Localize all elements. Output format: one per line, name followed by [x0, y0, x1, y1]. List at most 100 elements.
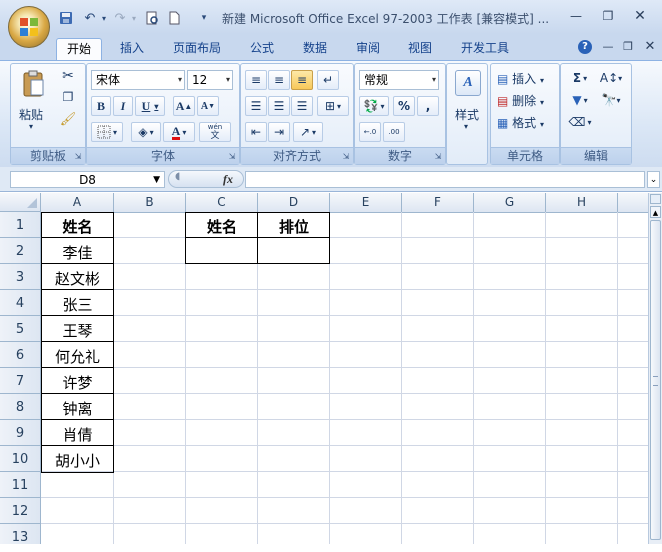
- italic-button[interactable]: I: [113, 96, 133, 116]
- row-header-12[interactable]: 12: [0, 498, 41, 524]
- format-cells-button[interactable]: ▦ 格式 ▾: [497, 114, 544, 131]
- tab-home[interactable]: 开始: [56, 38, 102, 61]
- row-header-11[interactable]: 11: [0, 472, 41, 498]
- paste-button[interactable]: 粘贴 ▾: [17, 68, 51, 132]
- save-icon[interactable]: [58, 10, 74, 26]
- align-bottom-icon[interactable]: ≡: [291, 70, 313, 90]
- scroll-thumb[interactable]: [650, 220, 661, 540]
- delete-cells-button[interactable]: ▤ 删除 ▾: [497, 92, 544, 109]
- insert-function-icon[interactable]: fx: [223, 172, 233, 187]
- find-select-icon[interactable]: 🔭 ▾: [597, 90, 625, 110]
- number-format-combo[interactable]: 常规 ▾: [359, 70, 439, 90]
- row-header-2[interactable]: 2: [0, 238, 41, 264]
- increase-indent-icon[interactable]: ⇥: [268, 122, 290, 142]
- cell-a1[interactable]: 姓名: [41, 214, 114, 240]
- decrease-decimal-icon[interactable]: .00: [383, 122, 405, 142]
- comma-style-button[interactable]: ,: [417, 96, 439, 116]
- sort-filter-icon[interactable]: A↕ ▾: [597, 68, 625, 88]
- align-middle-icon[interactable]: ≡: [268, 70, 290, 90]
- help-icon[interactable]: ?: [578, 40, 592, 54]
- workbook-close-icon[interactable]: ✕: [642, 40, 658, 54]
- column-header-i[interactable]: [618, 193, 648, 212]
- cell-a9[interactable]: 肖倩: [41, 422, 114, 448]
- row-header-10[interactable]: 10: [0, 446, 41, 472]
- percent-style-button[interactable]: %: [393, 96, 415, 116]
- font-size-combo[interactable]: 12 ▾: [187, 70, 233, 90]
- orientation-icon[interactable]: ↗ ▾: [293, 122, 323, 142]
- cell-a10[interactable]: 胡小小: [41, 448, 114, 474]
- cell-d1[interactable]: 排位: [258, 214, 330, 240]
- tab-page-layout[interactable]: 页面布局: [166, 38, 228, 60]
- column-header-g[interactable]: G: [474, 193, 546, 212]
- name-box[interactable]: D8 ▼: [10, 171, 165, 188]
- customize-qat-icon[interactable]: ▾: [196, 10, 212, 26]
- restore-icon[interactable]: ❐: [600, 9, 616, 23]
- wrap-text-icon[interactable]: ↵: [317, 70, 339, 90]
- vertical-scrollbar[interactable]: ▲: [648, 193, 662, 544]
- cell-a3[interactable]: 赵文彬: [41, 266, 114, 292]
- row-header-7[interactable]: 7: [0, 368, 41, 394]
- tab-developer[interactable]: 开发工具: [454, 38, 516, 60]
- cell-a6[interactable]: 何允礼: [41, 344, 114, 370]
- row-header-9[interactable]: 9: [0, 420, 41, 446]
- font-color-button[interactable]: A ▾: [163, 122, 195, 142]
- accounting-format-icon[interactable]: 💱 ▾: [359, 96, 389, 116]
- cell-a7[interactable]: 许梦: [41, 370, 114, 396]
- font-size-dropdown-icon[interactable]: ▾: [226, 71, 230, 89]
- decrease-indent-icon[interactable]: ⇤: [245, 122, 267, 142]
- merge-center-icon[interactable]: ⊞ ▾: [317, 96, 349, 116]
- formula-expand-icon[interactable]: ⌄: [647, 171, 660, 188]
- workbook-restore-icon[interactable]: ❐: [620, 40, 636, 54]
- font-name-combo[interactable]: 宋体 ▾: [91, 70, 185, 90]
- formula-input[interactable]: [245, 171, 645, 188]
- tab-data[interactable]: 数据: [295, 38, 335, 60]
- font-name-dropdown-icon[interactable]: ▾: [178, 71, 182, 89]
- phonetic-button[interactable]: wén 文: [199, 122, 231, 142]
- select-all-button[interactable]: [0, 193, 41, 212]
- format-painter-icon[interactable]: 🖌: [59, 112, 77, 130]
- underline-button[interactable]: U ▾: [135, 96, 165, 116]
- row-header-8[interactable]: 8: [0, 394, 41, 420]
- name-box-dropdown-icon[interactable]: ▼: [153, 172, 160, 189]
- column-header-d[interactable]: D: [258, 193, 330, 212]
- column-header-h[interactable]: H: [546, 193, 618, 212]
- print-preview-icon[interactable]: [144, 10, 160, 26]
- clipboard-launcher-icon[interactable]: ⇲: [73, 152, 83, 162]
- row-header-6[interactable]: 6: [0, 342, 41, 368]
- fill-icon[interactable]: ▼ ▾: [567, 90, 593, 110]
- bold-button[interactable]: B: [91, 96, 111, 116]
- split-box[interactable]: [650, 194, 661, 204]
- number-format-dropdown-icon[interactable]: ▾: [432, 71, 436, 89]
- increase-font-icon[interactable]: A ▲: [173, 96, 195, 116]
- column-header-c[interactable]: C: [186, 193, 258, 212]
- cut-icon[interactable]: ✂: [59, 68, 77, 86]
- alignment-launcher-icon[interactable]: ⇲: [341, 152, 351, 162]
- column-header-e[interactable]: E: [330, 193, 402, 212]
- styles-button[interactable]: A 样式 ▾: [451, 68, 483, 138]
- row-header-3[interactable]: 3: [0, 264, 41, 290]
- insert-cells-button[interactable]: ▤ 插入 ▾: [497, 70, 544, 87]
- increase-decimal-icon[interactable]: ←.0: [359, 122, 381, 142]
- row-header-1[interactable]: 1: [0, 212, 41, 238]
- number-launcher-icon[interactable]: ⇲: [433, 152, 443, 162]
- autosum-icon[interactable]: Σ ▾: [567, 68, 593, 88]
- minimize-icon[interactable]: —: [568, 9, 584, 23]
- row-header-4[interactable]: 4: [0, 290, 41, 316]
- tab-view[interactable]: 视图: [400, 38, 440, 60]
- scroll-up-icon[interactable]: ▲: [650, 206, 661, 218]
- office-button[interactable]: [8, 6, 50, 48]
- row-header-13[interactable]: 13: [0, 524, 41, 545]
- close-icon[interactable]: ✕: [632, 9, 648, 23]
- tab-insert[interactable]: 插入: [112, 38, 152, 60]
- copy-icon[interactable]: ❐: [59, 90, 77, 108]
- align-right-icon[interactable]: ☰: [291, 96, 313, 116]
- formula-expand-handle-icon[interactable]: ◖: [175, 171, 180, 182]
- column-header-b[interactable]: B: [114, 193, 186, 212]
- tab-review[interactable]: 审阅: [348, 38, 388, 60]
- new-document-icon[interactable]: [166, 10, 182, 26]
- cell-a8[interactable]: 钟离: [41, 396, 114, 422]
- column-header-a[interactable]: A: [41, 193, 114, 212]
- font-launcher-icon[interactable]: ⇲: [227, 152, 237, 162]
- cell-a5[interactable]: 王琴: [41, 318, 114, 344]
- borders-button[interactable]: ▾: [91, 122, 123, 142]
